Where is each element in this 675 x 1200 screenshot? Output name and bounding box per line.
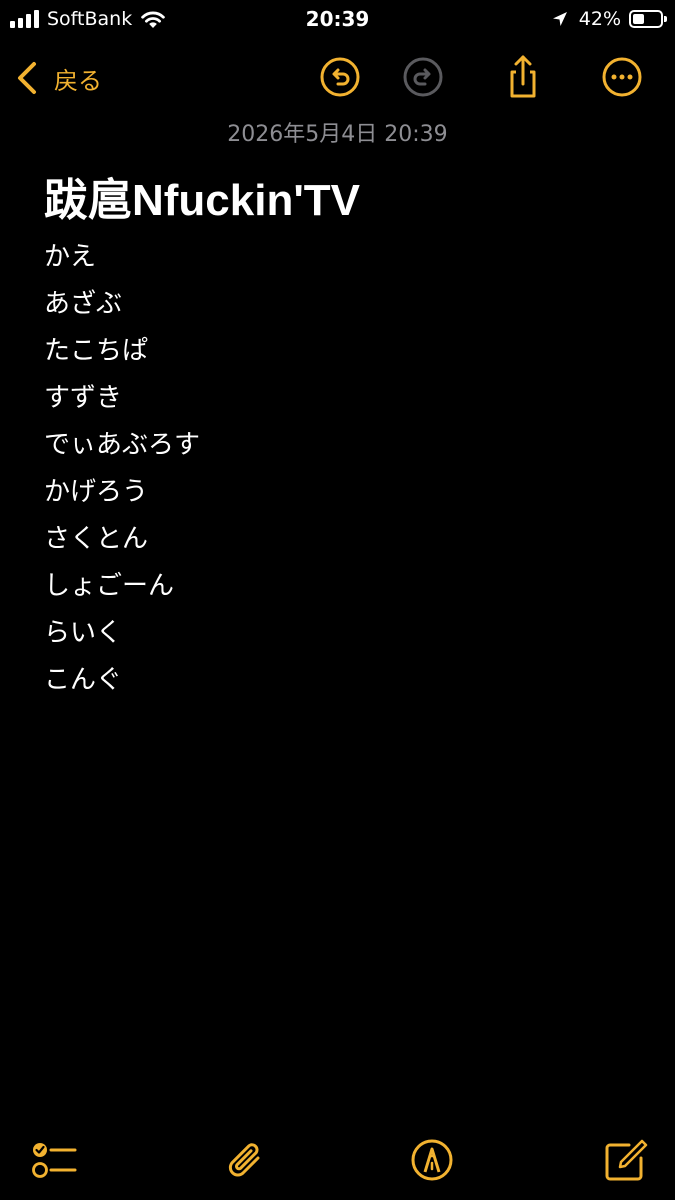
note-line: かえ bbox=[44, 242, 97, 272]
note-line: あざぶ bbox=[44, 289, 123, 319]
battery-fill bbox=[633, 14, 644, 24]
note-line: でぃあぶろす bbox=[44, 430, 201, 460]
undo-button[interactable] bbox=[317, 54, 363, 100]
note-body[interactable]: かえ あざぶ たこちぱ すずき でぃあぶろす かげろう さくとん しょごーん ら… bbox=[44, 234, 200, 704]
note-line: すずき bbox=[44, 383, 123, 413]
navigation-bar: 戻る bbox=[0, 50, 675, 106]
status-bar: SoftBank 20:39 42% bbox=[0, 0, 675, 38]
note-line: さくとん bbox=[44, 524, 149, 554]
share-button[interactable] bbox=[500, 54, 546, 100]
redo-button[interactable] bbox=[400, 54, 446, 100]
markup-button[interactable] bbox=[408, 1136, 456, 1184]
note-line: しょごーん bbox=[44, 571, 175, 601]
location-arrow-icon bbox=[552, 12, 567, 26]
checklist-button[interactable] bbox=[30, 1136, 78, 1184]
status-bar-right: 42% bbox=[551, 6, 667, 32]
attachment-button[interactable] bbox=[222, 1136, 270, 1184]
more-ellipsis-icon bbox=[602, 57, 642, 97]
paperclip-icon bbox=[228, 1143, 260, 1177]
note-line: かげろう bbox=[44, 477, 149, 507]
undo-icon bbox=[320, 57, 360, 97]
compose-icon bbox=[605, 1139, 648, 1181]
share-icon bbox=[510, 55, 536, 98]
more-button[interactable] bbox=[599, 54, 645, 100]
markup-pen-icon bbox=[411, 1139, 453, 1181]
chevron-left-icon bbox=[18, 62, 36, 94]
redo-icon bbox=[403, 57, 443, 97]
battery-icon bbox=[629, 10, 667, 28]
back-label: 戻る bbox=[54, 66, 102, 95]
compose-button[interactable] bbox=[601, 1136, 649, 1184]
note-line: たこちぱ bbox=[44, 336, 149, 366]
note-timestamp: 2026年5月4日 20:39 bbox=[227, 122, 448, 147]
note-line: らいく bbox=[44, 618, 123, 648]
battery-percent: 42% bbox=[578, 8, 621, 30]
bottom-toolbar bbox=[0, 1130, 675, 1190]
note-line: こんぐ bbox=[44, 665, 123, 695]
checklist-icon bbox=[32, 1143, 77, 1178]
note-title[interactable]: 跋扈Nfuckin'TV bbox=[44, 164, 360, 228]
back-button[interactable]: 戻る bbox=[14, 56, 102, 100]
